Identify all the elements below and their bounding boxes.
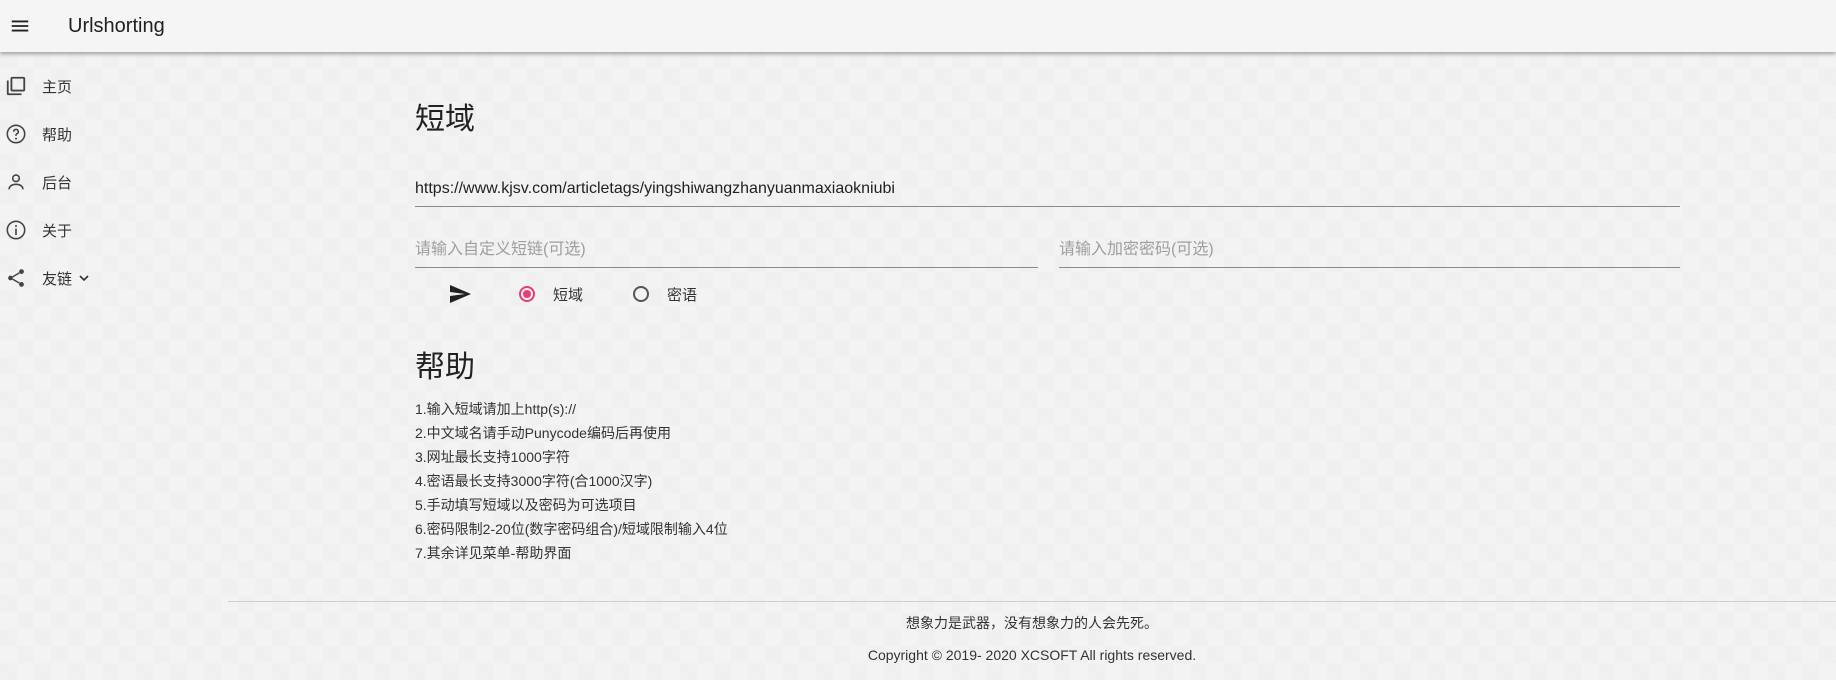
help-item: 2.中文域名请手动Punycode编码后再使用 [415, 425, 671, 441]
help-list: 1.输入短域请加上http(s):// 2.中文域名请手动Punycode编码后… [415, 397, 728, 565]
library-icon [0, 75, 32, 97]
menu-button[interactable] [0, 6, 40, 46]
custom-short-link-input[interactable]: 请输入自定义短链(可选) [415, 233, 1038, 268]
menu-icon [11, 20, 29, 32]
sidebar-item-label: 主页 [42, 78, 73, 96]
page-title: 短域 [415, 103, 475, 136]
help-item: 3.网址最长支持1000字符 [415, 449, 570, 465]
footer-quote: 想象力是武器，没有想象力的人会先死。 [906, 615, 1158, 631]
sidebar-item-label: 帮助 [42, 126, 73, 144]
send-button[interactable] [445, 280, 475, 308]
chevron-down-icon [76, 270, 92, 286]
sidebar-item-home[interactable]: 主页 [0, 62, 160, 110]
radio-unchecked-icon [633, 286, 650, 302]
sidebar-item-links[interactable]: 友链 [0, 254, 160, 302]
radio-label: 短域 [553, 286, 584, 304]
sidebar: 主页 帮助 后台 关于 友链 [0, 62, 160, 302]
help-item: 5.手动填写短域以及密码为可选项目 [415, 497, 637, 513]
footer-copyright: Copyright © 2019- 2020 XCSOFT All rights… [867, 647, 1197, 663]
app-bar: Urlshorting [0, 0, 1836, 52]
action-row: 短域 密语 [445, 280, 697, 308]
help-item: 6.密码限制2-20位(数字密码组合)/短域限制输入4位 [415, 521, 728, 537]
sidebar-item-admin[interactable]: 后台 [0, 158, 160, 206]
radio-short-domain[interactable]: 短域 [519, 284, 583, 305]
help-circle-icon [0, 123, 32, 145]
help-item: 1.输入短域请加上http(s):// [415, 401, 577, 417]
url-input[interactable]: https://www.kjsv.com/articletags/yingshi… [415, 172, 1680, 207]
footer-divider [228, 601, 1836, 602]
sidebar-item-label: 关于 [42, 222, 73, 240]
radio-checked-icon [519, 286, 535, 302]
main-content: 短域 https://www.kjsv.com/articletags/ying… [415, 100, 1680, 561]
help-item: 7.其余详见菜单-帮助界面 [415, 545, 572, 561]
sidebar-item-help[interactable]: 帮助 [0, 110, 160, 158]
info-icon [0, 219, 32, 241]
sidebar-item-label: 后台 [42, 174, 73, 192]
help-title: 帮助 [415, 351, 475, 384]
sidebar-item-label: 友链 [42, 270, 73, 288]
person-icon [0, 171, 32, 193]
share-icon [0, 267, 32, 289]
sidebar-item-about[interactable]: 关于 [0, 206, 160, 254]
radio-secret[interactable]: 密语 [633, 284, 697, 305]
radio-label: 密语 [667, 286, 698, 304]
app-title: Urlshorting [68, 14, 165, 37]
help-item: 4.密语最长支持3000字符(合1000汉字) [415, 473, 653, 489]
send-icon [450, 285, 471, 303]
password-input[interactable]: 请输入加密密码(可选) [1059, 233, 1680, 268]
